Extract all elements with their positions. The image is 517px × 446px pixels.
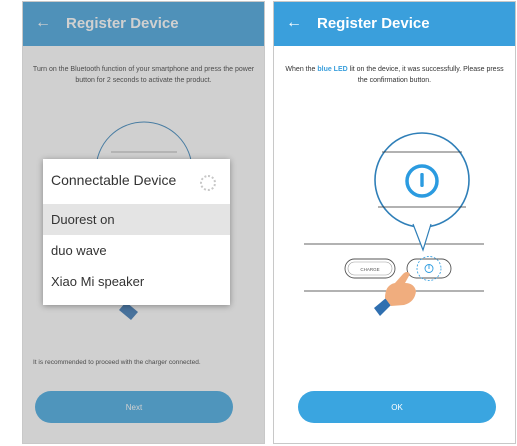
- power-icon: [405, 164, 439, 198]
- left-phone-screen: ← Register Device Turn on the Bluetooth …: [22, 1, 265, 444]
- device-item-duorest-on[interactable]: Duorest on: [43, 204, 230, 235]
- dialog-title: Connectable Device: [51, 172, 177, 188]
- connectable-device-dialog: Connectable Device Duorest on duo wave X…: [43, 159, 230, 305]
- charge-label: CHARGE: [360, 267, 379, 272]
- pointing-hand-icon: [374, 272, 416, 316]
- device-illustration: CHARGE: [304, 132, 484, 316]
- right-phone-screen: ← Register Device When the blue LED lit …: [273, 1, 516, 444]
- loading-spinner-icon: [200, 175, 216, 191]
- device-item-xiao-mi-speaker[interactable]: Xiao Mi speaker: [43, 266, 230, 297]
- ok-button[interactable]: OK: [298, 391, 496, 423]
- device-item-duo-wave[interactable]: duo wave: [43, 235, 230, 266]
